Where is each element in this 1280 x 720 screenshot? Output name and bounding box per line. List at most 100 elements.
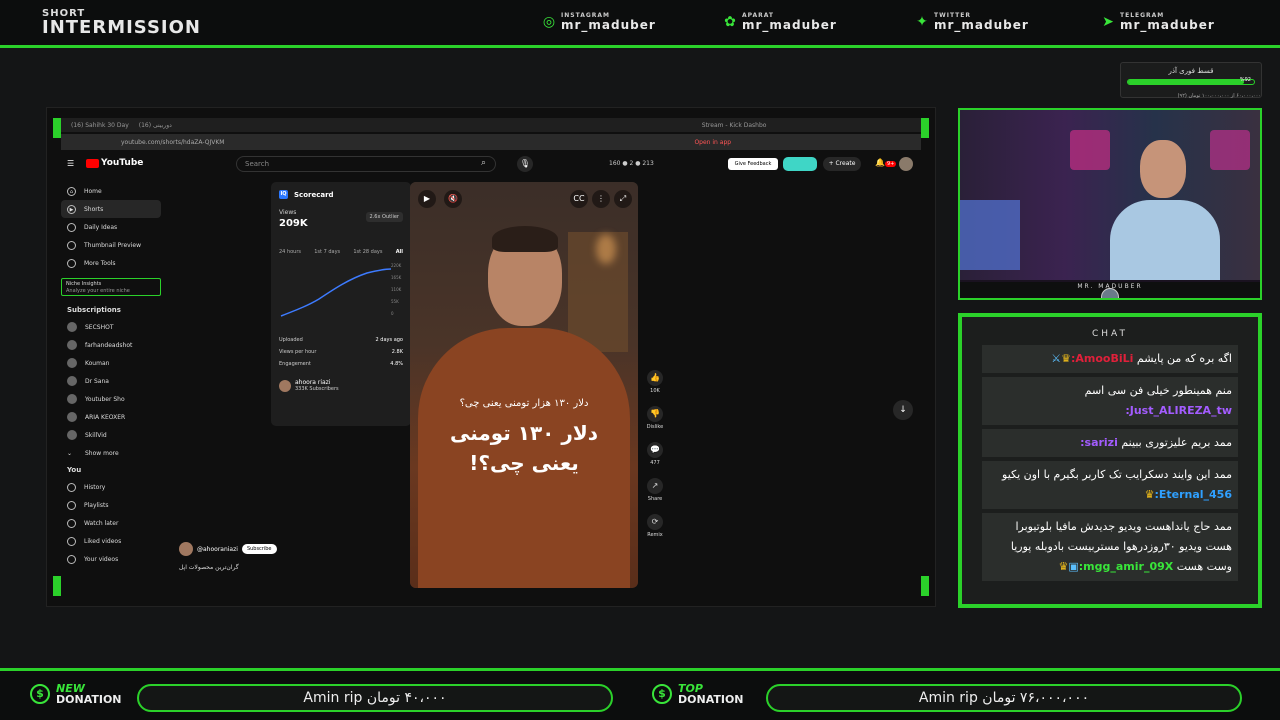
play-icon[interactable]: ▶ <box>418 190 436 208</box>
subscription-item[interactable]: Dr Sana <box>61 372 161 390</box>
more-icon[interactable]: ⋮ <box>592 190 610 208</box>
browser-tab[interactable]: Stream - Kick Dashbo <box>702 122 767 129</box>
range-tab[interactable]: 1st 7 days <box>314 249 340 255</box>
subscription-item[interactable]: farhandeadshot <box>61 336 161 354</box>
subscribe-button[interactable]: Subscribe <box>241 544 277 554</box>
chat-username: AmooBiLi: <box>1070 352 1134 365</box>
action-label: Dislike <box>646 424 664 430</box>
avatar[interactable] <box>899 157 913 171</box>
sidebar-item-your-videos[interactable]: Your videos <box>61 550 161 568</box>
notification-icon[interactable]: 🔔 9+ <box>875 158 897 167</box>
stat-value: 2.8K <box>391 349 403 355</box>
stat-label: Views per hour <box>279 349 317 355</box>
sidebar-item-label: Home <box>84 187 102 195</box>
range-tab[interactable]: All <box>396 249 403 255</box>
share-button[interactable]: ↗ Share <box>646 478 664 502</box>
open-in-app[interactable]: Open in app <box>694 139 731 146</box>
chat-title: CHAT <box>1091 329 1128 339</box>
chat-username: Just_ALIREZA_tw: <box>1125 404 1232 417</box>
mute-icon[interactable]: 🔇 <box>444 190 462 208</box>
search-icon[interactable]: ⌕ <box>481 158 486 168</box>
action-label: Share <box>647 496 663 502</box>
channel-handle[interactable]: @ahooraniazi <box>197 546 238 553</box>
sidebar-item-liked-videos[interactable]: Liked videos <box>61 532 161 550</box>
channel-avatar <box>67 358 77 368</box>
scorecard-icon: IQ <box>279 190 288 199</box>
show-more-button[interactable]: ⌄ Show more <box>61 444 161 462</box>
range-tabs: 24 hours 1st 7 days 1st 28 days All <box>279 249 403 255</box>
action-label: 477 <box>650 460 660 466</box>
video-caption-small: دلار ۱۳۰ هزار تومنی یعنی چی؟ <box>459 398 589 409</box>
sidebar-item-history[interactable]: History <box>61 478 161 496</box>
webcam-feed: MR. MADUBER <box>958 108 1262 300</box>
you-header[interactable]: You <box>61 462 161 478</box>
chat-panel: CHAT اگه بره که من پایشم AmooBiLi:♛⚔ منم… <box>958 313 1262 608</box>
sidebar-item-daily-ideas[interactable]: Daily Ideas <box>61 218 161 236</box>
subscription-item[interactable]: Youtuber Sho <box>61 390 161 408</box>
browser-tab[interactable]: دوربینی (16) <box>139 122 172 129</box>
sidebar-item-playlists[interactable]: Playlists <box>61 496 161 514</box>
stat-value: 2 days ago <box>375 337 403 343</box>
remix-icon: ⟳ <box>647 514 663 530</box>
y-tick: 55K <box>391 299 399 304</box>
chat-username: Eternal_456: <box>1154 488 1232 501</box>
sidebar-item-label: Playlists <box>84 501 109 509</box>
extension-toggle[interactable] <box>783 157 817 171</box>
range-tab[interactable]: 1st 28 days <box>353 249 382 255</box>
history-icon <box>67 482 76 492</box>
fullscreen-icon[interactable]: ⤢ <box>614 190 632 208</box>
sidebar-item-shorts[interactable]: ▶ Shorts <box>61 200 161 218</box>
youtube-logo[interactable]: YouTube <box>86 158 143 168</box>
subscriptions-header[interactable]: Subscriptions <box>61 302 161 318</box>
subscription-item[interactable]: Kouman <box>61 354 161 372</box>
channel-avatar <box>279 379 291 392</box>
sidebar-item-watch-later[interactable]: Watch later <box>61 514 161 532</box>
remix-button[interactable]: ⟳ Remix <box>646 514 664 538</box>
short-actions: 👍 10K 👎 Dislike 💬 477 ↗ Share ⟳ Remix <box>646 370 664 550</box>
channel-avatar[interactable] <box>179 542 193 556</box>
chat-message: منم همینطور خیلی فن سی اسم Just_ALIREZA_… <box>982 377 1238 425</box>
range-tab[interactable]: 24 hours <box>279 249 301 255</box>
feedback-button[interactable]: Give Feedback <box>728 158 778 170</box>
goal-progress-bar: %92 <box>1127 77 1255 85</box>
short-video-player[interactable]: ▶ 🔇 CC ⋮ ⤢ دلار ۱۳۰ هزار تومنی یعنی چی؟ … <box>410 182 638 588</box>
menu-icon[interactable]: ☰ <box>67 159 74 168</box>
comment-button[interactable]: 💬 477 <box>646 442 664 466</box>
subscription-label: Kouman <box>85 359 110 367</box>
browser-tab[interactable]: (16) Sahihk 30 Day <box>71 122 129 129</box>
channel-avatar <box>67 376 77 386</box>
subscription-item[interactable]: SECSHOT <box>61 318 161 336</box>
social-handle: mr_maduber <box>1120 18 1215 32</box>
chat-message: اگه بره که من پایشم AmooBiLi:♛⚔ <box>982 345 1238 373</box>
social-handle: mr_maduber <box>742 18 837 32</box>
subscription-item[interactable]: ARIA KEOXER <box>61 408 161 426</box>
niche-insights-button[interactable]: Niche Insights Analyze your entire niche <box>61 278 161 296</box>
create-button[interactable]: + Create <box>823 157 861 171</box>
donation-goal: قسط فوری آذر %92 ۶۰،۰۰۰،۰۰۰ از ۱۰۰،۰۰۰،۰… <box>1120 62 1262 99</box>
search-input[interactable]: Search <box>236 156 496 172</box>
channel-row: @ahooraniazi Subscribe <box>179 542 277 556</box>
social-aparat: ✿ APARAT mr_maduber <box>722 13 837 32</box>
share-icon: ↗ <box>647 478 663 494</box>
mic-icon[interactable]: 🎙 <box>517 156 533 172</box>
goal-title: قسط فوری آذر <box>1168 67 1214 75</box>
social-handle: mr_maduber <box>561 18 656 32</box>
action-label: Remix <box>647 532 663 538</box>
address-bar[interactable]: youtube.com/shorts/hdaZA-QJVKM Open in a… <box>61 134 921 150</box>
video-description: گران‌ترین محصولات اپل <box>179 564 239 571</box>
sidebar-item-more-tools[interactable]: More Tools <box>61 254 161 272</box>
captions-icon[interactable]: CC <box>570 190 588 208</box>
sidebar-item-label: Daily Ideas <box>84 223 118 231</box>
subscription-item[interactable]: SkillVid <box>61 426 161 444</box>
like-icon: 👍 <box>647 370 663 386</box>
dislike-icon: 👎 <box>647 406 663 422</box>
ideas-icon <box>67 222 76 232</box>
sidebar-item-thumbnail-preview[interactable]: Thumbnail Preview <box>61 236 161 254</box>
youtube-logo-text: YouTube <box>101 158 144 168</box>
sidebar-item-home[interactable]: ⌂ Home <box>61 182 161 200</box>
dislike-button[interactable]: 👎 Dislike <box>646 406 664 430</box>
next-short-icon[interactable]: ↓ <box>893 400 913 420</box>
streamer-avatar <box>1101 288 1119 298</box>
browser-tabs: (16) Sahihk 30 Day دوربینی (16) Stream -… <box>61 118 921 132</box>
like-button[interactable]: 👍 10K <box>646 370 664 394</box>
